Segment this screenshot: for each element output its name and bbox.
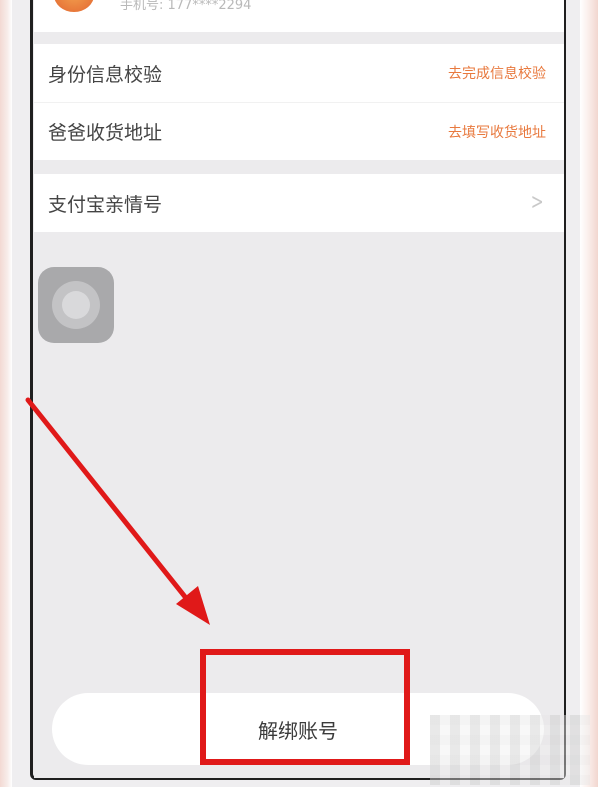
alipay-family-number-label: 支付宝亲情号 xyxy=(48,193,163,216)
identity-verification-action[interactable]: 去完成信息校验 xyxy=(448,63,546,83)
assistive-touch-button[interactable] xyxy=(38,267,114,343)
identity-verification-label: 身份信息校验 xyxy=(48,63,163,86)
alipay-family-group: 支付宝亲情号 > xyxy=(34,174,564,232)
profile-header[interactable]: 手机号: 177****2294 xyxy=(34,0,564,32)
shipping-address-label: 爸爸收货地址 xyxy=(48,122,163,144)
device-frame-right xyxy=(580,0,598,787)
shipping-address-row[interactable]: 爸爸收货地址 去填写收货地址 xyxy=(34,102,564,160)
avatar xyxy=(54,0,94,12)
phone-number-text: 手机号: 177****2294 xyxy=(120,0,252,13)
device-frame-left xyxy=(0,0,12,787)
watermark-blur xyxy=(430,715,590,785)
shipping-address-action[interactable]: 去填写收货地址 xyxy=(448,122,546,142)
identity-verification-row[interactable]: 身份信息校验 去完成信息校验 xyxy=(34,44,564,102)
annotation-highlight-box xyxy=(200,649,410,765)
assistive-touch-core-icon xyxy=(62,291,90,319)
info-settings-group: 身份信息校验 去完成信息校验 爸爸收货地址 去填写收货地址 xyxy=(34,44,564,160)
chevron-right-icon: > xyxy=(530,190,544,215)
alipay-family-number-row[interactable]: 支付宝亲情号 > xyxy=(34,174,564,232)
